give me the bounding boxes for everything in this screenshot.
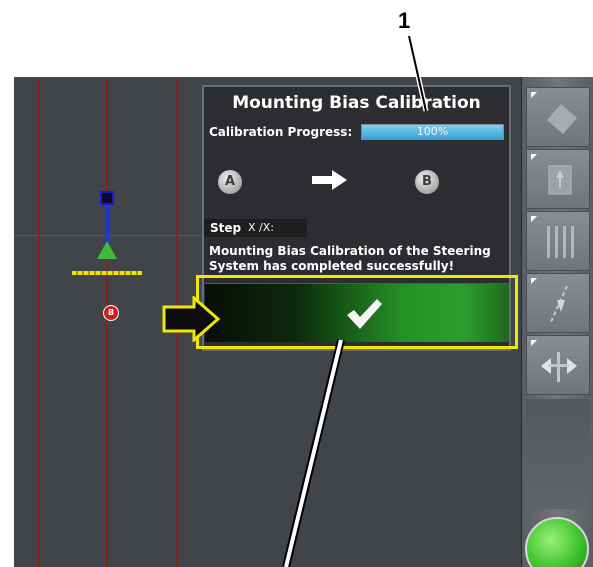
callout-leader-lines: [282, 35, 429, 567]
